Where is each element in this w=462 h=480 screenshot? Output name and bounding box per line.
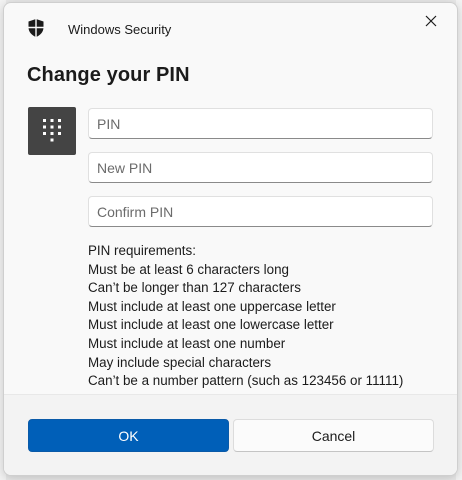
shield-icon (27, 18, 45, 38)
pin-requirements: PIN requirements: Must be at least 6 cha… (88, 242, 403, 391)
requirement-item: Must include at least one number (88, 335, 286, 351)
requirement-item: Can’t be a number pattern (such as 12345… (88, 373, 404, 389)
requirement-item: May include special characters (88, 354, 272, 370)
requirements-heading: PIN requirements: (88, 243, 196, 258)
requirement-item: Must include at least one lowercase lett… (88, 317, 334, 333)
page-title: Change your PIN (27, 64, 190, 86)
ok-button[interactable]: OK (28, 419, 229, 452)
change-pin-dialog: Windows Security Change your PIN PIN req… (3, 2, 458, 476)
close-icon (425, 14, 437, 32)
requirement-item: Can’t be longer than 127 characters (88, 280, 301, 296)
app-title: Windows Security (68, 22, 172, 37)
cancel-button[interactable]: Cancel (233, 419, 434, 452)
keypad-icon (28, 107, 76, 155)
title-bar: Windows Security (4, 3, 457, 51)
requirement-item: Must include at least one uppercase lett… (88, 298, 336, 314)
confirm-pin-field[interactable] (88, 196, 433, 227)
requirement-item: Must be at least 6 characters long (88, 261, 289, 277)
new-pin-field[interactable] (88, 152, 433, 183)
pin-field[interactable] (88, 108, 433, 139)
close-button[interactable] (411, 7, 451, 39)
